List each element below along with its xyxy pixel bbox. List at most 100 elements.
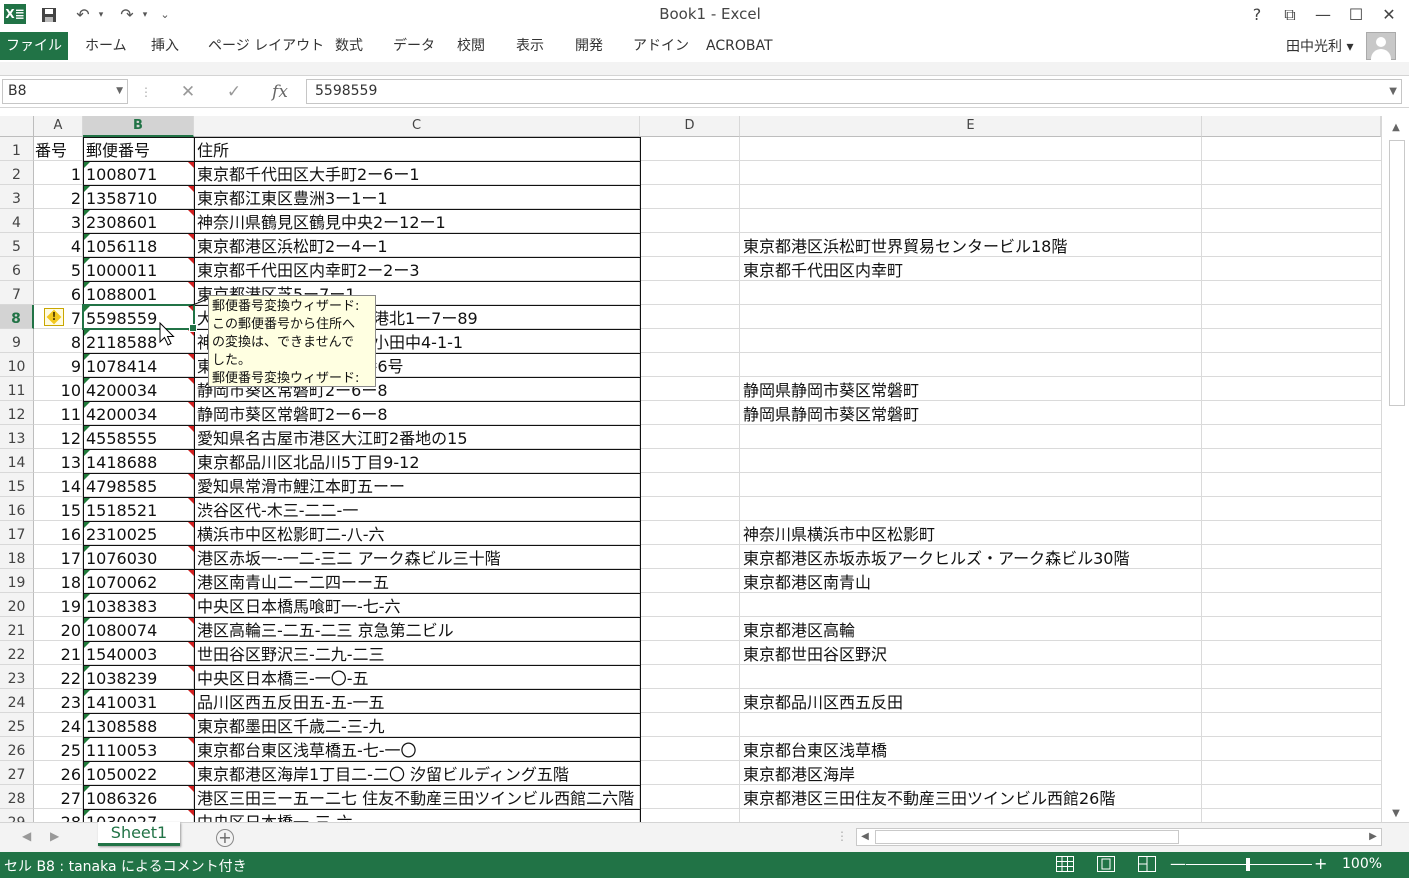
cell-a7[interactable]: 6 — [34, 281, 83, 305]
row-header-29[interactable]: 29 — [0, 809, 34, 822]
tab-developer[interactable]: 開発 — [575, 32, 603, 60]
scroll-up-icon[interactable]: ▲ — [1388, 120, 1404, 136]
cell-a20[interactable]: 19 — [34, 593, 83, 617]
row-header-12[interactable]: 12 — [0, 401, 34, 425]
cell-a14[interactable]: 13 — [34, 449, 83, 473]
column-header-b[interactable]: B — [83, 116, 194, 137]
cell-e17[interactable]: 神奈川県横浜市中区松影町 — [740, 521, 935, 545]
next-sheet-icon[interactable]: ▶ — [50, 829, 59, 843]
cell-a13[interactable]: 12 — [34, 425, 83, 449]
close-button[interactable]: ✕ — [1376, 3, 1402, 27]
row-header-26[interactable]: 26 — [0, 737, 34, 761]
cell-e18[interactable]: 東京都港区赤坂赤坂アークヒルズ・アーク森ビル30階 — [740, 545, 1129, 569]
normal-view-icon[interactable] — [1056, 856, 1074, 872]
cell-a11[interactable]: 10 — [34, 377, 83, 401]
vertical-scroll-thumb[interactable] — [1389, 140, 1405, 406]
cell-a12[interactable]: 11 — [34, 401, 83, 425]
tab-review[interactable]: 校閲 — [457, 32, 485, 60]
prev-sheet-icon[interactable]: ◀ — [22, 829, 31, 843]
redo-dropdown-icon[interactable]: ▾ — [140, 4, 150, 26]
zoom-slider-thumb[interactable] — [1246, 858, 1250, 871]
scroll-left-icon[interactable]: ◀ — [857, 829, 873, 845]
column-header-next[interactable] — [1202, 116, 1381, 137]
maximize-button[interactable]: ☐ — [1343, 3, 1369, 27]
cell-a4[interactable]: 3 — [34, 209, 83, 233]
cell-e21[interactable]: 東京都港区高輪 — [740, 617, 855, 641]
page-layout-view-icon[interactable] — [1097, 856, 1115, 872]
warning-icon[interactable] — [44, 308, 64, 326]
row-header-18[interactable]: 18 — [0, 545, 34, 569]
cell-a17[interactable]: 16 — [34, 521, 83, 545]
cell-a3[interactable]: 2 — [34, 185, 83, 209]
cell-a5[interactable]: 4 — [34, 233, 83, 257]
horizontal-scrollbar[interactable]: ◀ ▶ — [856, 828, 1382, 846]
tab-view[interactable]: 表示 — [516, 32, 544, 60]
cell-a16[interactable]: 15 — [34, 497, 83, 521]
tab-addins[interactable]: アドイン — [633, 32, 689, 60]
cell-e6[interactable]: 東京都千代田区内幸町 — [740, 257, 903, 281]
worksheet-grid[interactable]: A B C D E 1 番号 郵便番号 住所 2 1 1008071 東京都千代田区大手町2ー6ー1 3 2… — [0, 116, 1381, 822]
cell-e26[interactable]: 東京都台東区浅草橋 — [740, 737, 887, 761]
cell-a2[interactable]: 1 — [34, 161, 83, 185]
undo-dropdown-icon[interactable]: ▾ — [96, 4, 106, 26]
select-all-corner[interactable] — [0, 116, 34, 137]
row-header-20[interactable]: 20 — [0, 593, 34, 617]
cell-e24[interactable]: 東京都品川区西五反田 — [740, 689, 903, 713]
row-header-10[interactable]: 10 — [0, 353, 34, 377]
row-header-9[interactable]: 9 — [0, 329, 34, 353]
row-header-28[interactable]: 28 — [0, 785, 34, 809]
undo-icon[interactable]: ↶ — [70, 4, 96, 26]
row-header-14[interactable]: 14 — [0, 449, 34, 473]
minimize-button[interactable]: — — [1310, 3, 1336, 27]
row-header-17[interactable]: 17 — [0, 521, 34, 545]
row-header-27[interactable]: 27 — [0, 761, 34, 785]
zoom-level[interactable]: 100% — [1342, 856, 1382, 872]
save-icon[interactable] — [38, 4, 60, 26]
row-header-5[interactable]: 5 — [0, 233, 34, 257]
cell-e27[interactable]: 東京都港区海岸 — [740, 761, 855, 785]
cell-e28[interactable]: 東京都港区三田住友不動産三田ツインビル西館26階 — [740, 785, 1115, 809]
cell-a19[interactable]: 18 — [34, 569, 83, 593]
scroll-down-icon[interactable]: ▼ — [1388, 806, 1404, 822]
sheet-tab-sheet1[interactable]: Sheet1 — [98, 822, 180, 846]
scroll-right-icon[interactable]: ▶ — [1365, 829, 1381, 845]
row-header-4[interactable]: 4 — [0, 209, 34, 233]
redo-icon[interactable]: ↷ — [114, 4, 140, 26]
cell-e5[interactable]: 東京都港区浜松町世界貿易センタービル18階 — [740, 233, 1067, 257]
formula-input[interactable]: 5598559 ▼ — [306, 79, 1402, 104]
user-name[interactable]: 田中光利 ▾ — [1286, 36, 1353, 56]
zoom-in-button[interactable]: + — [1314, 854, 1327, 873]
column-header-e[interactable]: E — [740, 116, 1202, 137]
cell-a15[interactable]: 14 — [34, 473, 83, 497]
cell-a24[interactable]: 23 — [34, 689, 83, 713]
expand-formula-bar-icon[interactable]: ▼ — [1389, 80, 1397, 103]
cell-e12[interactable]: 静岡県静岡市葵区常磐町 — [740, 401, 919, 425]
row-header-2[interactable]: 2 — [0, 161, 34, 185]
row-header-11[interactable]: 11 — [0, 377, 34, 401]
cell-a29[interactable]: 28 — [34, 809, 83, 822]
row-header-23[interactable]: 23 — [0, 665, 34, 689]
cell-a25[interactable]: 24 — [34, 713, 83, 737]
tab-acrobat[interactable]: ACROBAT — [706, 32, 773, 60]
page-break-preview-icon[interactable] — [1138, 856, 1156, 872]
cell-a9[interactable]: 8 — [34, 329, 83, 353]
enter-entry-icon[interactable]: ✓ — [220, 80, 248, 104]
column-header-a[interactable]: A — [34, 116, 83, 137]
ribbon-display-options-icon[interactable]: ⧉ — [1277, 3, 1303, 27]
cell-comment[interactable]: 郵便番号変換ウィザード: この郵便番号から住所へ の変換は、できませんで した。 郵便番… — [208, 295, 376, 387]
tab-split-grip-icon[interactable]: ⋮ — [836, 829, 848, 843]
horizontal-scroll-thumb[interactable] — [875, 830, 1179, 844]
avatar[interactable] — [1366, 32, 1396, 60]
cell-e22[interactable]: 東京都世田谷区野沢 — [740, 641, 887, 665]
row-header-21[interactable]: 21 — [0, 617, 34, 641]
row-header-3[interactable]: 3 — [0, 185, 34, 209]
cell-a18[interactable]: 17 — [34, 545, 83, 569]
cancel-entry-icon[interactable]: ✕ — [174, 80, 202, 104]
row-header-19[interactable]: 19 — [0, 569, 34, 593]
cell-a28[interactable]: 27 — [34, 785, 83, 809]
cell-a26[interactable]: 25 — [34, 737, 83, 761]
row-header-8[interactable]: 8 — [0, 305, 34, 329]
row-header-25[interactable]: 25 — [0, 713, 34, 737]
cell-a22[interactable]: 21 — [34, 641, 83, 665]
tab-page-layout[interactable]: ページ レイアウト — [208, 32, 324, 60]
